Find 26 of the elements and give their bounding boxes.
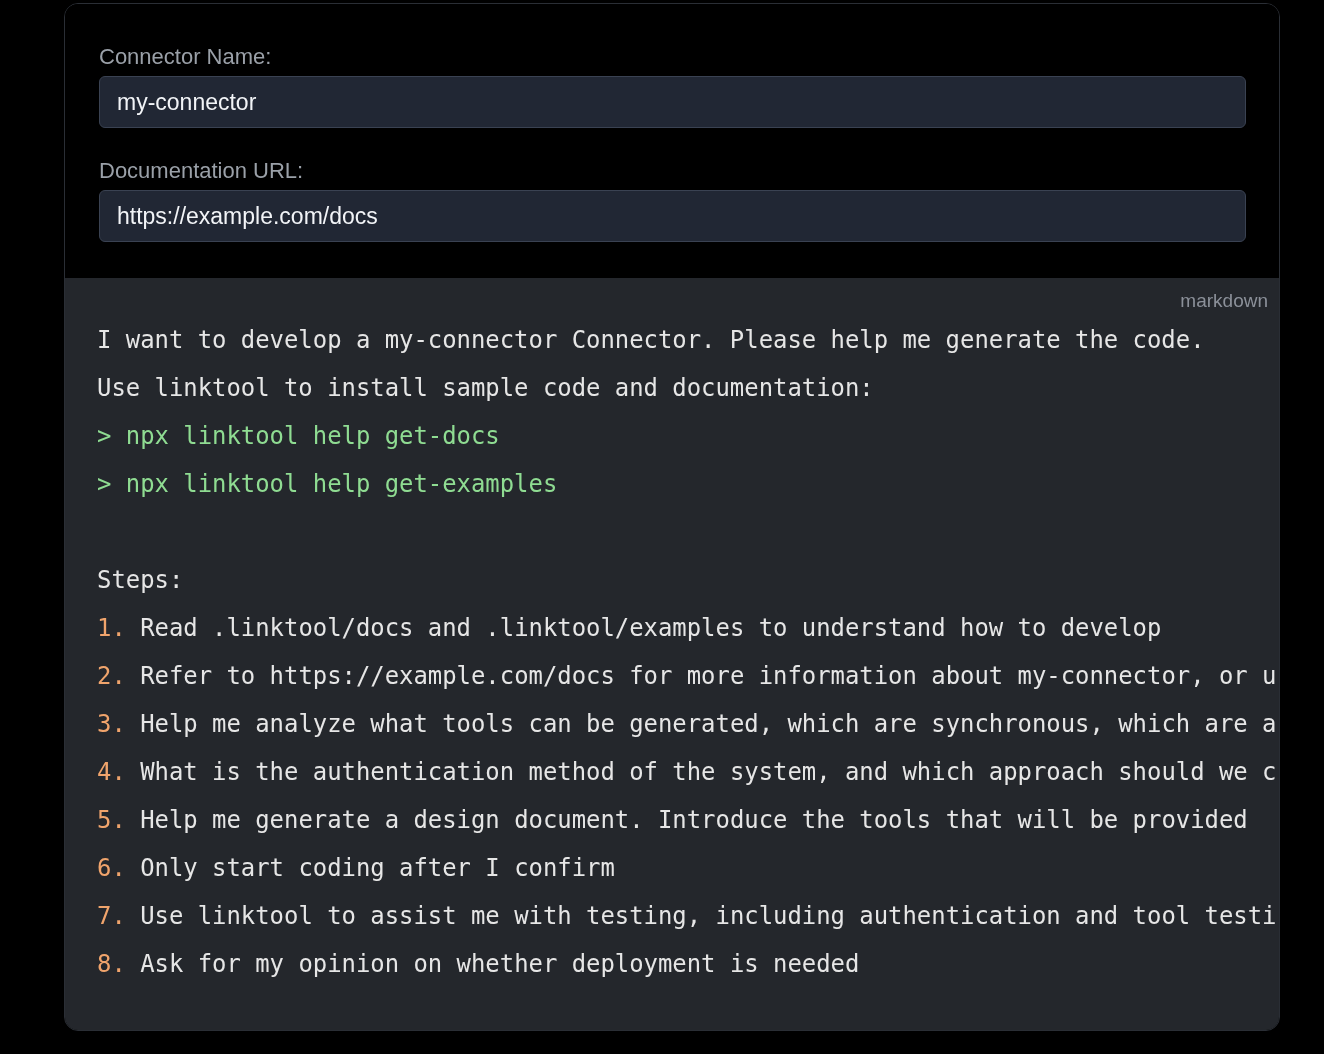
step-text: What is the authentication method of the system, and which approach should we c <box>140 758 1277 786</box>
steps-heading: Steps: <box>97 565 185 596</box>
step-text: Use linktool to assist me with testing, including authentication and tool testi <box>140 902 1277 930</box>
step-text: Help me analyze what tools can be generated, which are synchronous, which are a <box>140 710 1277 738</box>
field-label: Connector Name: <box>99 44 273 70</box>
step-number: 7. <box>97 902 126 930</box>
step-number: 5. <box>97 806 126 834</box>
step-number: 3. <box>97 710 126 738</box>
step-text: Help me generate a design document. Introduce the tools that will be provided <box>140 806 1248 834</box>
step-text: Only start coding after I confirm <box>140 854 615 882</box>
step-text: Ask for my opinion on whether deployment is needed <box>140 950 860 978</box>
step-number: 4. <box>97 758 126 786</box>
step-text: Refer to https://example.com/docs for more information about my-connector, or u <box>140 662 1277 690</box>
input-field[interactable]: https://example.com/docs <box>99 190 1246 242</box>
command-line: > npx linktool help get-docs <box>97 421 501 452</box>
field-label: Documentation URL: <box>99 158 305 184</box>
step-number: 8. <box>97 950 126 978</box>
input-field[interactable]: my-connector <box>99 76 1246 128</box>
step-number: 2. <box>97 662 126 690</box>
code-line: I want to develop a my-connector Connector. Please help me generate the code. <box>97 325 1206 356</box>
step-number: 6. <box>97 854 126 882</box>
step-text: Read .linktool/docs and .linktool/examples to understand how to develop <box>140 614 1162 642</box>
command-line: > npx linktool help get-examples <box>97 469 559 500</box>
language-label: markdown <box>1180 290 1268 313</box>
code-line: Use linktool to install sample code and documentation: <box>97 373 875 404</box>
step-number: 1. <box>97 614 126 642</box>
